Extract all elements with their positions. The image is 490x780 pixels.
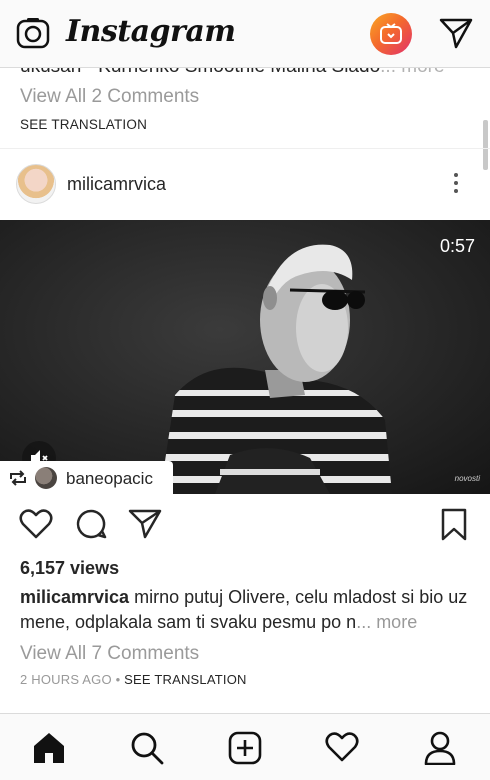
- like-heart-icon[interactable]: [19, 508, 53, 540]
- igtv-icon[interactable]: [370, 13, 412, 55]
- see-translation-link[interactable]: SEE TRANSLATION: [124, 672, 246, 687]
- share-icon[interactable]: [127, 508, 163, 540]
- video-watermark: novosti: [454, 474, 480, 483]
- divider: [0, 148, 490, 149]
- search-icon[interactable]: [130, 731, 164, 765]
- video-frame: [0, 220, 490, 494]
- repost-icon: [10, 470, 26, 486]
- camera-icon[interactable]: [16, 16, 50, 50]
- more-options-icon[interactable]: [446, 170, 466, 200]
- bookmark-icon[interactable]: [440, 508, 468, 542]
- view-count: 6,157 views: [20, 558, 120, 578]
- post-video[interactable]: 0:57 novosti: [0, 220, 490, 494]
- repost-attribution[interactable]: baneopacic: [0, 461, 173, 495]
- activity-heart-icon[interactable]: [325, 731, 359, 763]
- profile-icon[interactable]: [423, 731, 457, 765]
- bottom-navigation: [0, 713, 490, 780]
- post-timestamp: 2 HOURS AGO: [20, 672, 112, 687]
- caption-username[interactable]: milicamrvica: [20, 587, 129, 607]
- post-username[interactable]: milicamrvica: [67, 174, 166, 195]
- top-app-bar: Instagram: [0, 0, 490, 68]
- previous-post-caption: ukusan - Kurrienko Smoothie Malina Siado…: [20, 68, 450, 78]
- feed[interactable]: ukusan - Kurrienko Smoothie Malina Siado…: [0, 68, 490, 712]
- direct-send-icon[interactable]: [438, 16, 474, 50]
- view-all-comments-link[interactable]: View All 2 Comments: [20, 86, 199, 108]
- home-icon[interactable]: [32, 731, 66, 765]
- video-duration: 0:57: [439, 236, 475, 256]
- reposted-from-username[interactable]: baneopacic: [66, 469, 153, 489]
- reposted-from-avatar: [35, 467, 57, 489]
- avatar[interactable]: [16, 164, 56, 204]
- more-link[interactable]: ... more: [380, 68, 444, 77]
- post-header: milicamrvica: [0, 154, 490, 214]
- post-caption: milicamrvica mirno putuj Olivere, celu m…: [20, 585, 470, 635]
- post-actions: [0, 504, 490, 548]
- caption-more-link[interactable]: ... more: [356, 612, 417, 632]
- view-all-comments-link[interactable]: View All 7 Comments: [20, 643, 199, 665]
- see-translation-link[interactable]: SEE TRANSLATION: [20, 117, 147, 132]
- new-post-icon[interactable]: [228, 731, 262, 765]
- comment-icon[interactable]: [74, 508, 108, 540]
- instagram-logo: Instagram: [66, 14, 236, 49]
- post-meta: 2 HOURS AGO • SEE TRANSLATION: [20, 672, 247, 687]
